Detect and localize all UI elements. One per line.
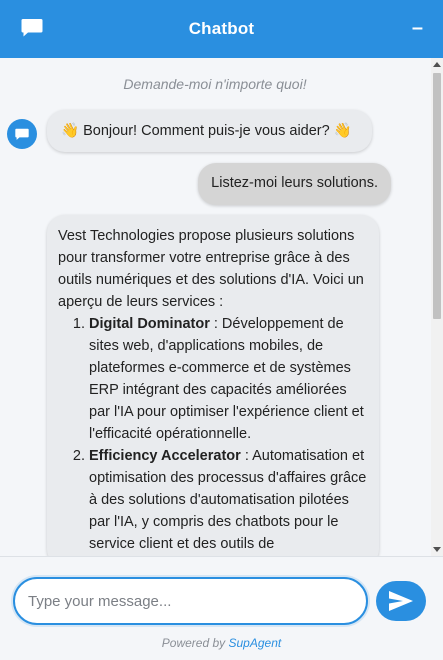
send-icon (389, 591, 413, 611)
solution-name: Digital Dominator (89, 316, 210, 332)
brand-link[interactable]: SupAgent (228, 636, 281, 650)
solution-description: : Développement de sites web, d'applicat… (89, 316, 364, 442)
scroll-up-arrow-icon[interactable] (433, 62, 441, 67)
minimize-button[interactable]: – (412, 18, 423, 38)
powered-by: Powered by SupAgent (0, 636, 443, 650)
solutions-list: Digital Dominator : Développement de sit… (58, 313, 367, 555)
bot-answer-message: Vest Technologies propose plusieurs solu… (47, 215, 379, 556)
scroll-down-arrow-icon[interactable] (433, 547, 441, 552)
answer-intro: Vest Technologies propose plusieurs solu… (58, 228, 364, 310)
chat-title: Chatbot (188, 19, 255, 38)
powered-by-label: Powered by (161, 636, 229, 650)
chat-bubble-icon (21, 19, 43, 37)
composer: Powered by SupAgent (0, 556, 443, 660)
intro-text: Demande-moi n'importe quoi! (123, 76, 307, 92)
message-input[interactable] (13, 577, 368, 625)
user-message: Listez-moi leurs solutions. (198, 163, 391, 205)
scrollbar[interactable] (431, 58, 443, 556)
bot-greeting-message: 👋 Bonjour! Comment puis-je vous aider? 👋 (47, 110, 372, 152)
message-list[interactable]: Demande-moi n'importe quoi! 👋 Bonjour! C… (0, 58, 443, 556)
bot-avatar (7, 119, 37, 149)
scrollbar-thumb[interactable] (433, 73, 441, 319)
list-item: Efficiency Accelerator : Automatisation … (89, 445, 367, 555)
chat-header: Chatbot – (0, 0, 443, 58)
solution-name: Efficiency Accelerator (89, 448, 241, 464)
send-button[interactable] (376, 581, 426, 621)
chat-bubble-icon (15, 128, 29, 140)
list-item: Digital Dominator : Développement de sit… (89, 313, 367, 445)
